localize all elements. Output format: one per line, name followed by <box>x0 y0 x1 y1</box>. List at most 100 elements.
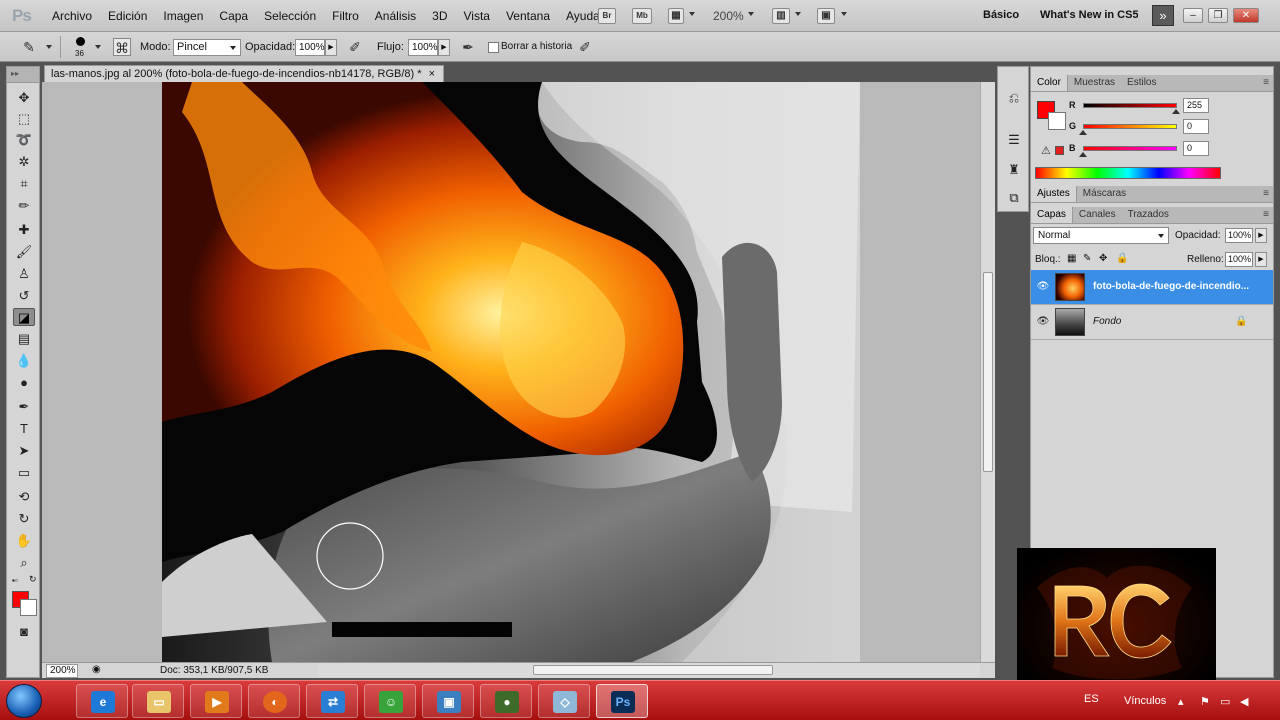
pressure-opacity-icon[interactable]: ✐ <box>346 38 364 56</box>
brush-tool-icon[interactable]: 🖌 <box>13 243 35 261</box>
layer-row[interactable]: 👁 foto-bola-de-fuego-de-incendio... <box>1031 270 1273 305</box>
brush-presets-icon[interactable]: ☰ <box>1005 131 1023 149</box>
history-panel-icon[interactable]: ⎌ <box>1005 89 1023 107</box>
workspace-more-button[interactable]: » <box>1152 5 1174 26</box>
lock-image-icon[interactable]: ✎ <box>1083 253 1091 264</box>
minibridge-button[interactable]: Mb <box>632 8 652 24</box>
type-tool-icon[interactable]: T <box>13 420 35 438</box>
gamut-warning-icon[interactable]: ⚠ <box>1041 144 1051 157</box>
close-button[interactable]: ✕ <box>1233 8 1259 23</box>
lock-position-icon[interactable]: ✥ <box>1099 253 1107 264</box>
color-panel-background[interactable] <box>1048 112 1066 130</box>
horizontal-scrollbar[interactable] <box>318 663 980 677</box>
menu-ventana[interactable]: Ventana <box>498 9 558 23</box>
lock-all-icon[interactable]: 🔒 <box>1116 253 1128 264</box>
channel-r-value[interactable]: 255 <box>1183 98 1209 113</box>
status-options-icon[interactable]: ◉ <box>92 664 101 675</box>
taskbar-teamviewer[interactable]: ⇄ <box>306 684 358 718</box>
tools-panel-header[interactable]: ▸▸ <box>7 67 39 83</box>
taskbar-media-player[interactable]: ▶ <box>190 684 242 718</box>
erase-to-history-checkbox[interactable] <box>488 42 499 53</box>
layer-row[interactable]: 👁 Fondo 🔒 <box>1031 305 1273 340</box>
taskbar-firefox[interactable]: ◐ <box>248 684 300 718</box>
color-spectrum-bar[interactable] <box>1035 167 1221 179</box>
airbrush-icon[interactable]: ✒ <box>459 38 477 56</box>
tab-trazados[interactable]: Trazados <box>1122 207 1175 223</box>
websafe-color-icon[interactable] <box>1055 146 1064 155</box>
opacity-slider-toggle[interactable]: ▶ <box>1255 228 1267 243</box>
hand-tool-icon[interactable]: ✋ <box>13 532 35 550</box>
layer-name[interactable]: Fondo <box>1093 316 1253 327</box>
brush-panel-icon[interactable]: ⌘ <box>113 38 131 56</box>
lasso-tool-icon[interactable]: ➰ <box>13 131 35 149</box>
marquee-tool-icon[interactable]: ⬚ <box>13 110 35 128</box>
channel-b-value[interactable]: 0 <box>1183 141 1209 156</box>
shape-tool-icon[interactable]: ▭ <box>13 464 35 482</box>
volume-icon[interactable]: ◀ <box>1240 695 1248 708</box>
channel-g-slider[interactable] <box>1083 124 1177 129</box>
clone-stamp-tool-icon[interactable]: ♙ <box>13 265 35 283</box>
start-button[interactable] <box>6 684 42 718</box>
3d-orbit-tool-icon[interactable]: ↻ <box>13 510 35 528</box>
quick-selection-tool-icon[interactable]: ✲ <box>13 153 35 171</box>
channel-r-knob[interactable] <box>1172 109 1180 114</box>
3d-rotate-tool-icon[interactable]: ⟲ <box>13 488 35 506</box>
menu-vista[interactable]: Vista <box>456 9 498 23</box>
taskbar-internet-explorer[interactable]: e <box>76 684 128 718</box>
brush-preview-icon[interactable] <box>76 37 85 46</box>
navigator-icon[interactable]: ⧉ <box>1005 189 1023 207</box>
blend-mode-select[interactable]: Normal <box>1033 227 1169 244</box>
status-zoom-field[interactable]: 200% <box>46 664 78 678</box>
lock-transparent-icon[interactable]: ▦ <box>1067 253 1076 264</box>
channel-b-slider[interactable] <box>1083 146 1177 151</box>
arrange-documents-icon[interactable]: ▥ <box>772 8 790 24</box>
chevron-down-icon[interactable] <box>841 12 847 16</box>
channel-b-knob[interactable] <box>1079 152 1087 157</box>
quick-mask-icon[interactable]: ◙ <box>13 623 35 641</box>
eraser-tool-icon[interactable]: ◪ <box>13 308 35 326</box>
chevron-down-icon[interactable] <box>795 12 801 16</box>
history-brush-tool-icon[interactable]: ↺ <box>13 287 35 305</box>
zoom-tool-icon[interactable]: ⌕ <box>13 554 35 572</box>
vertical-scroll-thumb[interactable] <box>983 272 993 472</box>
taskbar-messenger[interactable]: ☺ <box>364 684 416 718</box>
zoom-level-menu[interactable]: 200% <box>713 9 744 23</box>
workspace-whats-new[interactable]: What's New in CS5 <box>1040 9 1138 21</box>
mode-select[interactable]: Pincel <box>173 39 241 56</box>
chevron-down-icon[interactable] <box>95 45 101 49</box>
extras-grid-icon[interactable]: ▦ <box>668 8 684 24</box>
restore-button[interactable]: ❐ <box>1208 8 1228 23</box>
flag-icon[interactable]: ⚑ <box>1200 695 1210 708</box>
panel-menu-icon[interactable]: ≡ <box>1263 77 1269 88</box>
opacity-field[interactable]: 100% <box>295 39 325 56</box>
menu-edicion[interactable]: Edición <box>100 9 155 23</box>
vertical-scrollbar[interactable] <box>980 82 995 662</box>
menu-imagen[interactable]: Imagen <box>155 9 211 23</box>
healing-brush-tool-icon[interactable]: ✚ <box>13 221 35 239</box>
gradient-tool-icon[interactable]: ▤ <box>13 330 35 348</box>
menu-seleccion[interactable]: Selección <box>256 9 324 23</box>
tab-mascaras[interactable]: Máscaras <box>1077 186 1132 202</box>
opacity-slider-toggle[interactable]: ▶ <box>325 39 337 56</box>
workspace-basico[interactable]: Básico <box>983 9 1019 21</box>
channel-r-slider[interactable] <box>1083 103 1177 108</box>
menu-capa[interactable]: Capa <box>211 9 256 23</box>
menu-filtro[interactable]: Filtro <box>324 9 367 23</box>
panel-menu-icon[interactable]: ≡ <box>1263 209 1269 220</box>
chevron-down-icon[interactable] <box>46 45 52 49</box>
taskbar-photoshop[interactable]: Ps <box>596 684 648 718</box>
chevron-down-icon[interactable] <box>689 12 695 16</box>
taskbar-notes[interactable]: ◇ <box>538 684 590 718</box>
tab-estilos[interactable]: Estilos <box>1121 75 1162 91</box>
tab-ajustes[interactable]: Ajustes <box>1031 186 1077 202</box>
tray-chevron-icon[interactable]: ▴ <box>1178 695 1184 708</box>
eyedropper-tool-icon[interactable]: ✏ <box>13 197 35 215</box>
close-tab-icon[interactable]: × <box>429 68 435 80</box>
bridge-button[interactable]: Br <box>598 8 616 24</box>
channel-g-knob[interactable] <box>1079 130 1087 135</box>
menu-archivo[interactable]: Archivo <box>44 9 100 23</box>
taskbar-image-viewer[interactable]: ▣ <box>422 684 474 718</box>
language-indicator[interactable]: ES <box>1084 693 1099 705</box>
eye-icon[interactable]: 👁 <box>1036 281 1050 293</box>
taskbar-camtasia[interactable]: ● <box>480 684 532 718</box>
